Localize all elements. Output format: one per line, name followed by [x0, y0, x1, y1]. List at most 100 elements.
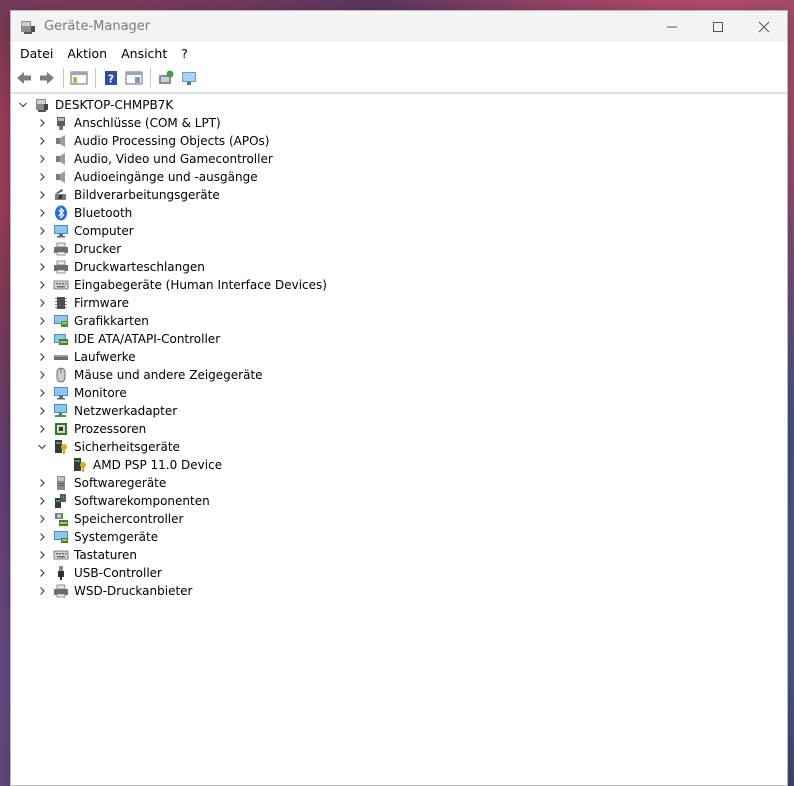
scan-hardware-button[interactable] [178, 67, 200, 89]
chevron-right-icon[interactable] [35, 530, 49, 544]
tree-category[interactable]: Drucker [11, 240, 787, 258]
tree-category[interactable]: Softwarekomponenten [11, 492, 787, 510]
console-tree-icon [70, 71, 88, 85]
tree-category-label: Computer [74, 224, 134, 238]
chevron-right-icon[interactable] [35, 386, 49, 400]
menu-help[interactable]: ? [175, 44, 194, 63]
show-hide-console-tree-button[interactable] [68, 67, 90, 89]
tree-category[interactable]: Audio Processing Objects (APOs) [11, 132, 787, 150]
security-icon [53, 439, 69, 455]
close-button[interactable] [741, 11, 787, 42]
chevron-down-icon[interactable] [16, 98, 30, 112]
tree-category[interactable]: Eingabegeräte (Human Interface Devices) [11, 276, 787, 294]
tree-category-label: Anschlüsse (COM & LPT) [74, 116, 221, 130]
tree-category-label: Softwarekomponenten [74, 494, 210, 508]
chevron-right-icon[interactable] [35, 548, 49, 562]
chevron-right-icon[interactable] [35, 476, 49, 490]
close-icon [758, 21, 770, 32]
system-icon [53, 529, 69, 545]
chevron-right-icon[interactable] [35, 350, 49, 364]
chip-icon [53, 295, 69, 311]
chevron-right-icon[interactable] [35, 494, 49, 508]
tree-category-label: WSD-Druckanbieter [74, 584, 193, 598]
tree-category-label: Audio, Video und Gamecontroller [74, 152, 273, 166]
tree-category[interactable]: Systemgeräte [11, 528, 787, 546]
tree-category[interactable]: Bildverarbeitungsgeräte [11, 186, 787, 204]
chevron-right-icon[interactable] [35, 566, 49, 580]
chevron-right-icon[interactable] [35, 296, 49, 310]
back-button[interactable] [13, 67, 35, 89]
tree-category[interactable]: Firmware [11, 294, 787, 312]
maximize-icon [713, 21, 723, 32]
tree-category[interactable]: Audio, Video und Gamecontroller [11, 150, 787, 168]
chevron-right-icon[interactable] [35, 152, 49, 166]
chevron-right-icon[interactable] [35, 278, 49, 292]
tree-category[interactable]: Druckwarteschlangen [11, 258, 787, 276]
menu-datei[interactable]: Datei [14, 44, 59, 63]
title-bar[interactable]: Geräte-Manager [11, 11, 787, 42]
tree-device[interactable]: AMD PSP 11.0 Device [11, 456, 787, 474]
software-device-icon [53, 475, 69, 491]
tree-category[interactable]: Grafikkarten [11, 312, 787, 330]
update-driver-button[interactable] [155, 67, 177, 89]
chevron-right-icon[interactable] [35, 332, 49, 346]
menu-aktion[interactable]: Aktion [61, 44, 113, 63]
printer-icon [53, 259, 69, 275]
tree-category[interactable]: Sicherheitsgeräte [11, 438, 787, 456]
mouse-icon [53, 367, 69, 383]
chevron-right-icon[interactable] [35, 134, 49, 148]
tree-category[interactable]: Bluetooth [11, 204, 787, 222]
chevron-right-icon[interactable] [35, 224, 49, 238]
help-button[interactable]: ? [100, 67, 122, 89]
tree-category[interactable]: Anschlüsse (COM & LPT) [11, 114, 787, 132]
tree-category[interactable]: Speichercontroller [11, 510, 787, 528]
chevron-right-icon[interactable] [35, 242, 49, 256]
tree-category[interactable]: IDE ATA/ATAPI-Controller [11, 330, 787, 348]
keyboard-icon [53, 547, 69, 563]
forward-button[interactable] [36, 67, 58, 89]
minimize-button[interactable] [649, 11, 695, 42]
chevron-right-icon[interactable] [35, 584, 49, 598]
speaker-icon [53, 133, 69, 149]
tree-category-label: Grafikkarten [74, 314, 149, 328]
tree-category[interactable]: USB-Controller [11, 564, 787, 582]
tree-category[interactable]: Computer [11, 222, 787, 240]
chevron-right-icon[interactable] [35, 170, 49, 184]
toolbar: ? [11, 64, 787, 93]
tree-category[interactable]: Monitore [11, 384, 787, 402]
minimize-icon [667, 26, 677, 27]
tree-category-label: Bluetooth [74, 206, 133, 220]
window-title: Geräte-Manager [44, 19, 151, 34]
tree-category-label: Bildverarbeitungsgeräte [74, 188, 220, 202]
tree-category[interactable]: Audioeingänge und -ausgänge [11, 168, 787, 186]
tree-category[interactable]: Softwaregeräte [11, 474, 787, 492]
properties-icon [125, 71, 143, 85]
chevron-right-icon[interactable] [35, 422, 49, 436]
chevron-right-icon[interactable] [35, 206, 49, 220]
chevron-right-icon[interactable] [35, 260, 49, 274]
storage-controller-icon [53, 511, 69, 527]
maximize-button[interactable] [695, 11, 741, 42]
tree-category-label: Mäuse und andere Zeigegeräte [74, 368, 263, 382]
tree-category[interactable]: Prozessoren [11, 420, 787, 438]
tree-category[interactable]: Netzwerkadapter [11, 402, 787, 420]
chevron-right-icon[interactable] [35, 188, 49, 202]
tree-category[interactable]: Mäuse und andere Zeigegeräte [11, 366, 787, 384]
tree-category[interactable]: Laufwerke [11, 348, 787, 366]
properties-button[interactable] [123, 67, 145, 89]
network-icon [53, 403, 69, 419]
chevron-right-icon[interactable] [35, 512, 49, 526]
menu-ansicht[interactable]: Ansicht [115, 44, 173, 63]
tree-root[interactable]: DESKTOP-CHMPB7K [11, 96, 787, 114]
chevron-down-icon[interactable] [35, 440, 49, 454]
computer-icon [34, 97, 50, 113]
tree-category[interactable]: Tastaturen [11, 546, 787, 564]
chevron-right-icon[interactable] [35, 116, 49, 130]
tree-category-label: Speichercontroller [74, 512, 184, 526]
chevron-right-icon[interactable] [35, 368, 49, 382]
tree-category-label: Prozessoren [74, 422, 147, 436]
chevron-right-icon[interactable] [35, 314, 49, 328]
chevron-right-icon[interactable] [35, 404, 49, 418]
tree-category-label: Druckwarteschlangen [74, 260, 205, 274]
tree-category[interactable]: WSD-Druckanbieter [11, 582, 787, 600]
